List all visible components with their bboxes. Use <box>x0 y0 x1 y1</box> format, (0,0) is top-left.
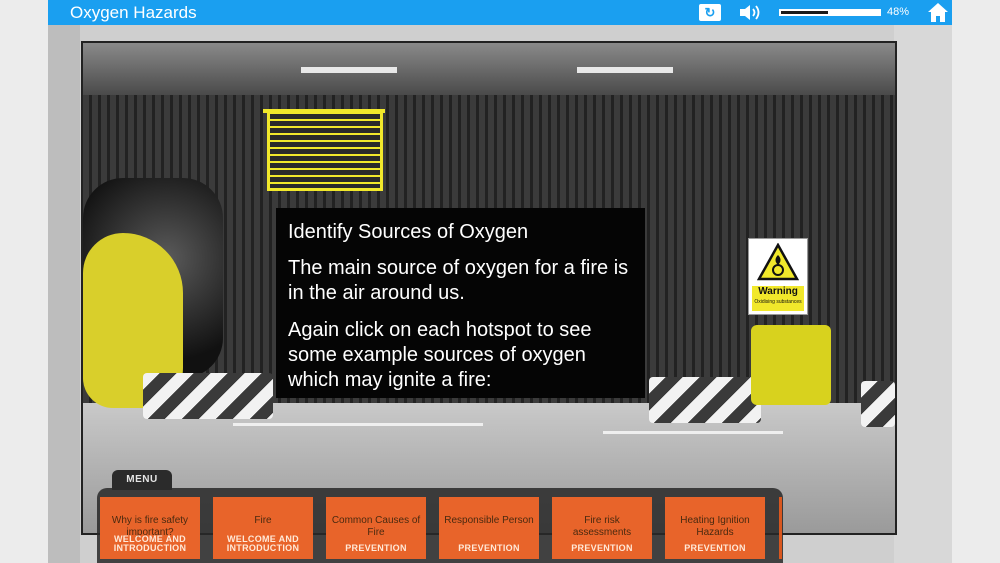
barrier-block <box>861 381 895 427</box>
replay-button[interactable]: ↻ <box>699 4 721 21</box>
progress-bar <box>779 9 881 16</box>
warning-subtitle: Oxidising substances <box>754 299 802 305</box>
progress-percent: 48% <box>887 6 910 18</box>
menu-item-responsible-person[interactable]: Responsible Person PREVENTION <box>439 497 539 559</box>
ceiling-light <box>301 67 397 73</box>
left-pillar <box>48 25 80 563</box>
air-vent-hotspot[interactable] <box>267 111 383 191</box>
menu-item-partial <box>779 497 782 559</box>
course-title: Oxygen Hazards <box>70 3 197 22</box>
volume-icon <box>740 5 760 20</box>
menu-item-why-fire-safety[interactable]: Why is fire safety important? WELCOME AN… <box>100 497 200 559</box>
barrier-block <box>143 373 273 419</box>
menu-item-section: WELCOME AND INTRODUCTION <box>113 534 187 553</box>
info-panel: Identify Sources of Oxygen The main sour… <box>276 208 645 398</box>
ceiling <box>83 43 895 95</box>
right-pillar <box>894 25 952 563</box>
menu-item-fire[interactable]: Fire WELCOME AND INTRODUCTION <box>213 497 313 559</box>
home-icon <box>928 3 948 22</box>
ceiling-light <box>577 67 673 73</box>
floor-marking <box>603 431 783 434</box>
menu-toggle[interactable]: MENU <box>112 470 172 490</box>
info-instructions: Again click on each hotspot to see some … <box>288 319 592 391</box>
volume-button[interactable] <box>738 3 762 22</box>
menu-item-section: PREVENTION <box>345 543 407 553</box>
oxidising-hazard-icon <box>757 243 799 281</box>
left-backdrop <box>0 0 48 563</box>
floor-marking <box>233 423 483 426</box>
warning-title: Warning <box>758 286 798 297</box>
oxidiser-drums-hotspot[interactable] <box>751 325 831 405</box>
menu-item-section: PREVENTION <box>571 543 633 553</box>
warning-label: Warning Oxidising substances <box>752 286 804 311</box>
barrier-block <box>649 377 761 423</box>
menu-item-section: WELCOME AND INTRODUCTION <box>226 534 300 553</box>
home-button[interactable] <box>927 2 949 23</box>
info-paragraph: The main source of oxygen for a fire is … <box>288 257 629 304</box>
menu-item-section: PREVENTION <box>458 543 520 553</box>
menu-item-section: PREVENTION <box>684 543 746 553</box>
menu-item-fire-risk-assessments[interactable]: Fire risk assessments PREVENTION <box>552 497 652 559</box>
menu-item-title: Heating Ignition Hazards <box>680 515 750 538</box>
right-backdrop <box>952 0 1000 563</box>
menu-item-title: Fire <box>254 515 272 526</box>
progress-fill <box>781 11 828 14</box>
replay-icon: ↻ <box>704 5 716 20</box>
menu-item-common-causes[interactable]: Common Causes of Fire PREVENTION <box>326 497 426 559</box>
warning-sign-hotspot[interactable]: Warning Oxidising substances <box>748 238 808 315</box>
info-heading: Identify Sources of Oxygen <box>288 221 529 243</box>
top-bar: Oxygen Hazards ↻ 48% <box>48 0 952 25</box>
menu-item-title: Common Causes of Fire <box>331 515 421 538</box>
menu-item-title: Responsible Person <box>444 515 534 526</box>
menu-item-heating-ignition-hazards[interactable]: Heating Ignition Hazards PREVENTION <box>665 497 765 559</box>
menu-item-title: Fire risk assessments <box>572 515 632 538</box>
